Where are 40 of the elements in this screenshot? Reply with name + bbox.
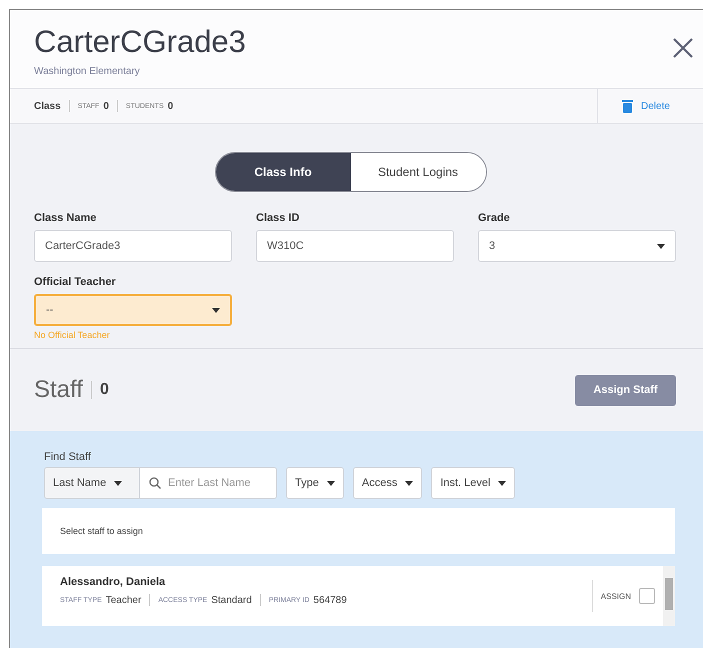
class-title: CarterCGrade3 [34,24,246,60]
tab[interactable]: Class Info [216,153,350,191]
assign-label: ASSIGN [600,592,631,600]
staff-title: Staff [34,376,83,404]
meta-value: Standard [211,594,252,606]
warning-text: No Official Teacher [34,330,111,340]
trash-icon [622,99,633,113]
stat-value: 0 [103,100,109,112]
field-label: Grade [478,212,511,224]
search-field[interactable]: Enter Last Name [140,467,277,499]
filter-select[interactable]: Access [352,467,422,499]
input-field[interactable]: CarterCGrade3 [34,230,232,262]
search-by-select[interactable]: Last Name [44,467,140,499]
field-label: Class Name [34,212,98,224]
hint-text: Select staff to assign [60,526,143,536]
class-label: Class [34,100,61,112]
caret-icon [212,308,220,312]
caret-icon [326,480,335,486]
caret-icon [498,480,506,486]
find-staff-label: Find Staff [44,451,91,463]
filter-select[interactable]: Type [286,467,344,499]
scrollbar[interactable] [663,566,675,626]
field-label: Official Teacher [34,276,117,288]
meta-value: Teacher [106,594,142,606]
tab[interactable]: Student Logins [350,153,486,191]
close-icon[interactable] [671,36,695,60]
stat-value: 0 [168,100,174,112]
select-field[interactable]: -- [34,294,232,326]
assign-checkbox[interactable] [639,588,655,604]
filter-select[interactable]: Inst. Level [431,467,516,499]
field-label: Class ID [256,212,300,224]
staff-count: 0 [100,381,109,399]
school-name: Washington Elementary [34,66,141,77]
caret-icon [405,480,414,486]
caret-icon [657,244,665,248]
caret-icon [114,480,122,486]
staff-name: Alessandro, Daniela [60,576,166,588]
select-field[interactable]: 3 [478,230,676,262]
meta-value: 564789 [313,594,347,606]
input-field[interactable]: W310C [256,230,454,262]
